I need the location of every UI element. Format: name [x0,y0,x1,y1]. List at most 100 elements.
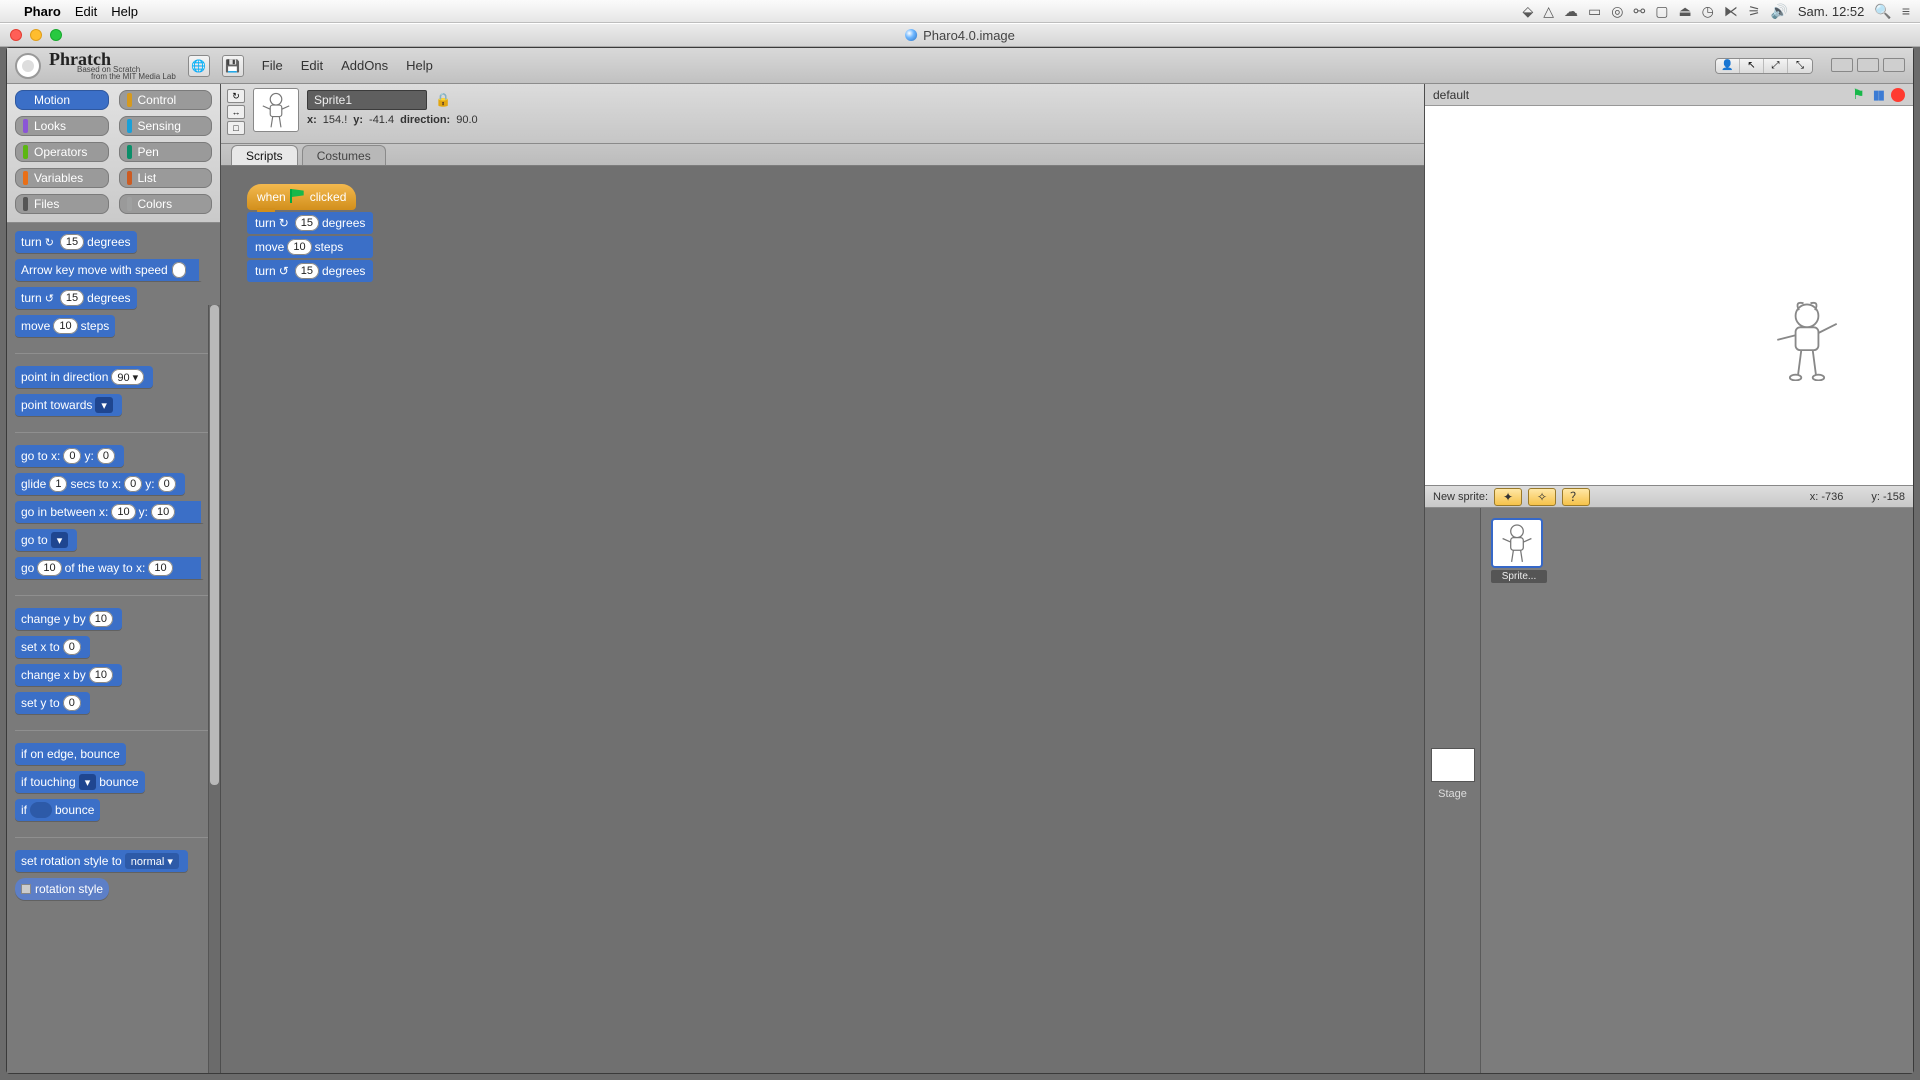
menu-file[interactable]: File [262,58,283,73]
save-button[interactable]: 💾 [222,55,244,77]
block-touching-bounce[interactable]: if touching▾bounce [15,771,145,793]
category-pen[interactable]: Pen [119,142,213,162]
block-set-rotation-style[interactable]: set rotation style tonormal ▾ [15,850,188,872]
category-motion[interactable]: Motion [15,90,109,110]
phratch-logo-icon [15,53,41,79]
new-sprite-import-button[interactable]: ✧ [1528,488,1556,506]
block-point-towards[interactable]: point towards▾ [15,394,122,416]
block-go-of-way[interactable]: go10of the way to x:10 [15,557,205,579]
script-stack[interactable]: whenclicked turn↻15degrees move10steps t… [247,184,373,282]
dropdown-icon[interactable]: ▾ [95,397,113,413]
tool-cursor-button[interactable]: ↖ [1740,59,1764,73]
mac-menu-help[interactable]: Help [111,4,138,19]
eject-icon[interactable]: ⏏ [1678,3,1691,20]
menu-edit[interactable]: Edit [301,58,323,73]
sprite-name-input[interactable] [307,90,427,110]
sub-max-button[interactable] [1857,58,1879,72]
bluetooth-icon[interactable]: ⧔ [1724,3,1738,20]
link-icon[interactable]: ⚯ [1633,3,1645,20]
spotlight-icon[interactable]: 🔍 [1874,3,1891,20]
block-go-in-between[interactable]: go in between x:10y:10 [15,501,205,523]
lock-icon[interactable]: 🔒 [435,92,451,108]
block-move-steps[interactable]: move10steps [15,315,115,337]
mac-clock[interactable]: Sam. 12:52 [1798,4,1865,19]
sub-min-button[interactable] [1831,58,1853,72]
stage-sprite[interactable] [1771,301,1843,384]
block-set-y[interactable]: set y to0 [15,692,90,714]
sync-icon[interactable]: △ [1543,3,1554,20]
dropdown-icon[interactable]: ▾ [79,774,97,790]
block-if-bounce[interactable]: ifbounce [15,799,100,821]
timemachine-icon[interactable]: ◷ [1702,3,1714,20]
category-files[interactable]: Files [15,194,109,214]
palette-scrollbar[interactable] [208,305,220,1073]
pharo-icon [905,29,917,41]
sprite-card[interactable]: Sprite... [1491,518,1547,583]
boolean-slot[interactable] [30,802,52,818]
rotate-none-button[interactable]: □ [227,121,245,135]
stage-x-label: x: [1810,491,1819,503]
tab-costumes[interactable]: Costumes [302,145,386,165]
script-block-turn-cw[interactable]: turn↻15degrees [247,212,373,234]
zoom-window-button[interactable] [50,29,62,41]
airplay-icon[interactable]: ▢ [1655,3,1668,20]
dropdown-icon[interactable]: normal ▾ [125,853,179,869]
tab-scripts[interactable]: Scripts [231,145,298,165]
language-button[interactable]: 🌐 [188,55,210,77]
minimize-window-button[interactable] [30,29,42,41]
notifications-icon[interactable]: ≡ [1902,3,1910,19]
script-block-turn-ccw[interactable]: turn↺15degrees [247,260,373,282]
menu-addons[interactable]: AddOns [341,58,388,73]
block-point-direction[interactable]: point in direction90 ▾ [15,366,153,388]
category-list[interactable]: List [119,168,213,188]
dropdown-icon[interactable]: ▾ [51,532,69,548]
script-block-move[interactable]: move10steps [247,236,373,258]
block-change-y[interactable]: change y by10 [15,608,122,630]
tool-stamp-button[interactable]: 👤 [1716,59,1740,73]
mac-menu-edit[interactable]: Edit [75,4,97,19]
category-sensing[interactable]: Sensing [119,116,213,136]
at-icon[interactable]: ◎ [1611,3,1623,20]
sub-close-button[interactable] [1883,58,1905,72]
block-set-x[interactable]: set x to0 [15,636,90,658]
menu-help[interactable]: Help [406,58,433,73]
close-window-button[interactable] [10,29,22,41]
pause-button[interactable]: ▮▮ [1873,87,1883,103]
new-sprite-surprise-button[interactable]: ？ [1562,488,1590,506]
category-colors[interactable]: Colors [119,194,213,214]
tool-expand-button[interactable]: ⤢ [1764,59,1788,73]
block-turn-cw[interactable]: turn↻15degrees [15,231,137,253]
script-area[interactable]: whenclicked turn↻15degrees move10steps t… [221,166,1424,1073]
block-turn-ccw[interactable]: turn↺15degrees [15,287,137,309]
block-rotation-style-reporter[interactable]: rotation style [15,878,109,900]
block-glide[interactable]: glide1secs to x:0y:0 [15,473,185,495]
rotate-flip-button[interactable]: ↔ [227,105,245,119]
category-looks[interactable]: Looks [15,116,109,136]
block-go-to-xy[interactable]: go to x:0y:0 [15,445,124,467]
scrollbar-thumb[interactable] [210,305,219,785]
ccw-arrow-icon: ↺ [279,264,289,278]
block-go-to[interactable]: go to▾ [15,529,77,551]
hat-when-flag-clicked[interactable]: whenclicked [247,184,356,210]
stage-tile[interactable] [1431,748,1475,782]
block-change-x[interactable]: change x by10 [15,664,122,686]
dropbox-icon[interactable]: ⬙ [1522,3,1533,20]
stage-view[interactable] [1425,106,1913,486]
cloud-icon[interactable]: ☁ [1564,3,1578,20]
checkbox-icon[interactable] [21,884,31,894]
green-flag-button[interactable]: ⚑ [1852,86,1865,103]
new-sprite-paint-button[interactable]: ✦ [1494,488,1522,506]
block-edge-bounce[interactable]: if on edge, bounce [15,743,126,765]
category-control[interactable]: Control [119,90,213,110]
category-operators[interactable]: Operators [15,142,109,162]
coord-x-value: 154.! [323,114,347,126]
category-variables[interactable]: Variables [15,168,109,188]
tool-shrink-button[interactable]: ⤡ [1788,59,1812,73]
block-arrow-key-move[interactable]: Arrow key move with speed [15,259,203,281]
wifi-icon[interactable]: ⚞ [1748,3,1761,20]
rotate-free-button[interactable]: ↻ [227,89,245,103]
display-icon[interactable]: ▭ [1588,3,1601,20]
volume-icon[interactable]: 🔊 [1770,3,1787,20]
mac-app-name[interactable]: Pharo [24,4,61,19]
stop-button[interactable] [1891,88,1905,102]
